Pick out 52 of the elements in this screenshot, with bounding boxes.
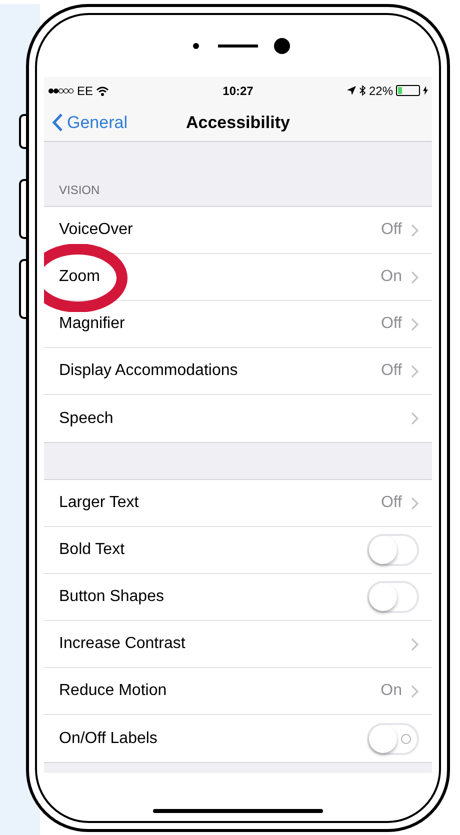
status-time: 10:27 — [222, 82, 254, 100]
charging-bolt-icon — [423, 86, 428, 95]
toggle-switch[interactable] — [367, 722, 419, 754]
settings-row[interactable]: Display Accommodations Off — [44, 348, 432, 395]
settings-row[interactable]: VoiceOver Off — [44, 207, 432, 254]
chevron-icon — [411, 270, 419, 284]
chevron-icon — [411, 638, 419, 650]
row-label: On/Off Labels — [59, 728, 158, 748]
row-label: Larger Text — [59, 493, 140, 513]
signal-icon — [48, 88, 74, 94]
row-value: Off — [380, 314, 402, 334]
chevron-icon — [411, 684, 419, 698]
settings-row[interactable]: Button Shapes — [44, 574, 432, 621]
settings-row[interactable]: Bold Text — [44, 527, 432, 574]
row-label: Reduce Motion — [59, 681, 168, 701]
battery-icon — [396, 85, 420, 96]
row-label: Display Accommodations — [59, 361, 239, 381]
chevron-icon — [411, 318, 419, 330]
row-value: On — [380, 267, 402, 287]
row-label: Speech — [59, 408, 114, 428]
row-value: Off — [380, 493, 402, 513]
toggle-switch[interactable] — [367, 581, 419, 613]
settings-row[interactable]: Zoom On — [44, 254, 432, 301]
settings-row[interactable]: On/Off Labels — [44, 715, 432, 762]
row-label: Button Shapes — [59, 587, 165, 607]
row-label: Zoom — [59, 267, 101, 287]
row-value: Off — [380, 220, 402, 240]
settings-row[interactable]: Reduce Motion On — [44, 668, 432, 715]
settings-row[interactable]: Increase Contrast — [44, 621, 432, 668]
location-arrow-icon — [346, 86, 356, 95]
chevron-icon — [411, 496, 419, 510]
back-chevron-icon — [52, 113, 63, 132]
section-header: VISION — [59, 182, 100, 199]
chevron-icon — [411, 412, 419, 425]
row-label: Bold Text — [59, 540, 126, 560]
settings-row[interactable]: Speech — [44, 395, 432, 442]
row-value: Off — [380, 361, 402, 381]
row-value: On — [380, 681, 402, 701]
row-label: Increase Contrast — [59, 634, 186, 654]
toggle-switch[interactable] — [367, 534, 419, 566]
wifi-icon — [96, 86, 110, 96]
bluetooth-icon — [358, 85, 366, 96]
settings-row[interactable]: Larger Text Off — [44, 480, 432, 527]
battery-percent: 22% — [368, 82, 393, 100]
navigation-title: Accessibility — [186, 112, 290, 134]
back-button[interactable]: General — [44, 110, 128, 136]
carrier-name: EE — [77, 82, 94, 100]
row-label: VoiceOver — [59, 220, 134, 240]
chevron-icon — [411, 224, 419, 236]
row-label: Magnifier — [59, 314, 126, 334]
settings-row[interactable]: Magnifier Off — [44, 301, 432, 348]
chevron-icon — [411, 364, 419, 378]
